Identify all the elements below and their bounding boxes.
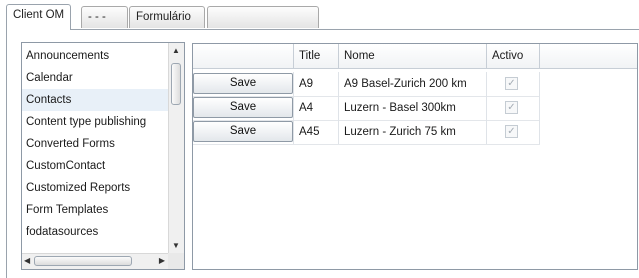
list-item[interactable]: CustomContact xyxy=(22,155,168,177)
table-row: Save A45 Luzern - Zurich 75 km ✓ xyxy=(193,120,540,145)
scroll-up-icon[interactable]: ▲ xyxy=(172,46,180,56)
scrollbar-corner xyxy=(168,253,184,269)
save-button[interactable]: Save xyxy=(193,97,293,118)
nome-cell: Luzern - Basel 300km xyxy=(339,96,487,120)
tab-formulario[interactable]: Formulário xyxy=(129,6,205,28)
save-button[interactable]: Save xyxy=(193,121,293,142)
table-row: Save A4 Luzern - Basel 300km ✓ xyxy=(193,96,540,121)
column-header-title[interactable]: Title xyxy=(294,44,339,68)
grid-header: Title Nome Activo xyxy=(193,44,637,69)
table-row: Save A9 A9 Basel-Zurich 200 km ✓ xyxy=(193,72,540,97)
list-item[interactable]: Customized Reports xyxy=(22,177,168,199)
column-header-activo[interactable]: Activo xyxy=(487,44,540,68)
list-items: Announcements Calendar Contacts Content … xyxy=(22,43,168,254)
tab-blurred[interactable] xyxy=(207,6,319,28)
list-item[interactable]: Form Templates xyxy=(22,199,168,221)
tab-placeholder[interactable]: - - - xyxy=(81,6,128,28)
column-header-action[interactable] xyxy=(193,44,294,68)
action-cell: Save xyxy=(193,96,294,120)
title-cell: A45 xyxy=(294,120,339,144)
tab-label: Client OM xyxy=(13,9,65,21)
list-item[interactable]: fodatasources xyxy=(22,221,168,243)
activo-cell: ✓ xyxy=(487,120,540,144)
nome-cell: A9 Basel-Zurich 200 km xyxy=(339,72,487,96)
list-item[interactable]: Announcements xyxy=(22,45,168,67)
vertical-scroll-thumb[interactable] xyxy=(171,63,181,105)
tab-label: Formulário xyxy=(136,11,191,23)
vertical-scrollbar[interactable]: ▲ ▼ xyxy=(168,43,184,254)
list-listbox[interactable]: Announcements Calendar Contacts Content … xyxy=(21,42,185,270)
save-button[interactable]: Save xyxy=(193,73,293,94)
activo-cell: ✓ xyxy=(487,72,540,96)
list-item[interactable]: Calendar xyxy=(22,67,168,89)
activo-checkbox[interactable]: ✓ xyxy=(505,125,518,138)
title-cell: A4 xyxy=(294,96,339,120)
tab-content-panel: Announcements Calendar Contacts Content … xyxy=(6,29,639,278)
activo-checkbox[interactable]: ✓ xyxy=(505,77,518,90)
nome-cell: Luzern - Zurich 75 km xyxy=(339,120,487,144)
tab-client-om[interactable]: Client OM xyxy=(6,4,72,30)
scroll-down-icon[interactable]: ▼ xyxy=(172,241,180,251)
list-item[interactable]: Converted Forms xyxy=(22,133,168,155)
horizontal-scroll-thumb[interactable] xyxy=(34,256,132,266)
list-item[interactable]: Content type publishing xyxy=(22,111,168,133)
activo-cell: ✓ xyxy=(487,96,540,120)
scroll-left-icon[interactable]: ◀ xyxy=(24,256,30,266)
horizontal-scrollbar[interactable]: ◀ ▶ xyxy=(22,253,168,269)
data-grid: Title Nome Activo Save A9 A9 Basel-Zuric… xyxy=(192,43,638,270)
list-item[interactable]: Contacts xyxy=(22,89,168,111)
tab-label: - - - xyxy=(88,11,106,23)
column-header-nome[interactable]: Nome xyxy=(339,44,487,68)
title-cell: A9 xyxy=(294,72,339,96)
action-cell: Save xyxy=(193,72,294,96)
action-cell: Save xyxy=(193,120,294,144)
activo-checkbox[interactable]: ✓ xyxy=(505,101,518,114)
scroll-right-icon[interactable]: ▶ xyxy=(159,256,165,266)
